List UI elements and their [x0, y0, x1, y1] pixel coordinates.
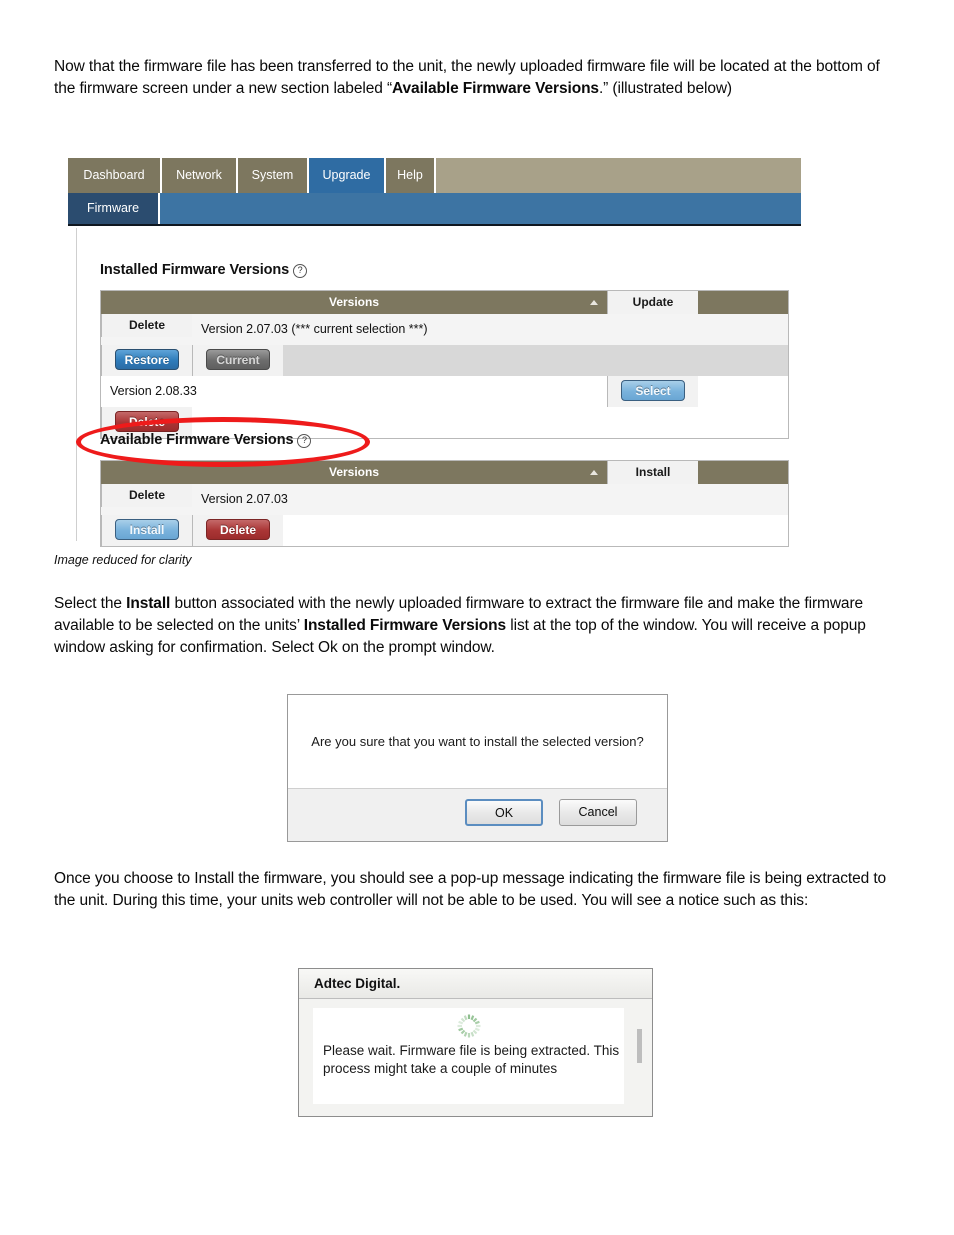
installed-firmware-table: Versions Update Delete Version 2.07.03 (… — [100, 290, 789, 439]
ok-button[interactable]: OK — [465, 799, 543, 826]
intro-paragraph-text-2: .” (illustrated below) — [598, 80, 732, 98]
installed-col-delete: Delete — [101, 314, 192, 337]
firmware-extraction-dialog: Adtec Digital. Please wait. Firmware fil… — [298, 968, 653, 1117]
tab-dashboard[interactable]: Dashboard — [68, 158, 162, 193]
cancel-button[interactable]: Cancel — [559, 799, 637, 826]
restore-button[interactable]: Restore — [115, 349, 179, 370]
current-button: Current — [206, 349, 270, 370]
available-version-cell: Version 2.07.03 — [201, 492, 288, 506]
wait-dialog-message: Please wait. Firmware file is being extr… — [323, 1043, 620, 1076]
firmware-screen-screenshot: Dashboard Network System Upgrade Help Fi… — [68, 158, 801, 547]
available-section-title-text: Available Firmware Versions — [100, 432, 294, 448]
wait-dialog-panel: Please wait. Firmware file is being extr… — [313, 1008, 624, 1104]
tab-system[interactable]: System — [238, 158, 309, 193]
delete-button[interactable]: Delete — [206, 519, 270, 540]
installed-delete-cell: Current — [192, 345, 283, 376]
install-paragraph-bold-2: Installed Firmware Versions — [303, 617, 507, 635]
main-tab-bar: Dashboard Network System Upgrade Help — [68, 158, 801, 193]
wait-dialog-title: Adtec Digital. — [299, 969, 652, 999]
install-confirmation-dialog: Are you sure that you want to install th… — [287, 694, 668, 842]
install-instruction-paragraph: Select the Install button associated wit… — [54, 593, 890, 660]
question-mark-circle-icon[interactable]: ? — [297, 434, 312, 448]
available-delete-cell: Delete — [192, 515, 283, 546]
table-row: Version 2.07.03 (*** current selection *… — [101, 314, 788, 376]
installed-update-cell: Select — [607, 376, 698, 407]
install-paragraph-text-1: Select the — [54, 595, 127, 612]
available-col-versions-label: Versions — [328, 465, 380, 479]
installed-update-cell: Restore — [101, 345, 192, 376]
tab-help[interactable]: Help — [386, 158, 436, 193]
available-install-cell: Install — [101, 515, 192, 546]
installed-col-versions[interactable]: Versions — [101, 291, 607, 314]
extraction-notice-paragraph: Once you choose to Install the firmware,… — [54, 870, 887, 910]
install-paragraph-bold-1: Install — [126, 595, 171, 612]
delete-button[interactable]: Delete — [115, 411, 179, 432]
available-table-header-row: Versions Install Delete — [101, 461, 788, 507]
available-col-install: Install — [607, 461, 698, 484]
sort-ascending-icon — [590, 470, 598, 475]
installed-section-title: Installed Firmware Versions? — [100, 262, 308, 278]
intro-paragraph: Now that the firmware file has been tran… — [54, 56, 890, 100]
tab-upgrade[interactable]: Upgrade — [309, 158, 386, 193]
firmware-content-pane: Installed Firmware Versions? Versions Up… — [68, 228, 801, 547]
wait-dialog-scroll-nub[interactable] — [637, 1029, 642, 1063]
sort-ascending-icon — [590, 300, 598, 305]
installed-col-versions-label: Versions — [328, 295, 380, 309]
confirmation-message: Are you sure that you want to install th… — [288, 695, 667, 789]
installed-table-header-row: Versions Update Delete — [101, 291, 788, 337]
loading-spinner-icon — [456, 1013, 482, 1039]
subtab-firmware[interactable]: Firmware — [68, 193, 160, 224]
available-col-delete: Delete — [101, 484, 192, 507]
sub-tab-bar: Firmware — [68, 193, 801, 226]
table-row: Version 2.07.03 Install Delete — [101, 484, 788, 546]
installed-version-cell: Version 2.08.33 — [110, 384, 197, 398]
content-left-rail — [68, 228, 77, 541]
question-mark-circle-icon[interactable]: ? — [293, 264, 308, 278]
installed-version-cell: Version 2.07.03 (*** current selection *… — [201, 322, 428, 336]
available-section-title: Available Firmware Versions? — [100, 432, 312, 448]
available-col-versions[interactable]: Versions — [101, 461, 607, 484]
available-firmware-table: Versions Install Delete Version 2.07.03 … — [100, 460, 789, 547]
tab-network[interactable]: Network — [162, 158, 238, 193]
select-button[interactable]: Select — [621, 380, 685, 401]
confirmation-button-bar: OK Cancel — [288, 789, 667, 841]
installed-col-update: Update — [607, 291, 698, 314]
intro-paragraph-bold: Available Firmware Versions — [392, 80, 599, 98]
installed-section-title-text: Installed Firmware Versions — [100, 262, 290, 278]
image-caption: Image reduced for clarity — [54, 553, 192, 567]
install-button[interactable]: Install — [115, 519, 179, 540]
